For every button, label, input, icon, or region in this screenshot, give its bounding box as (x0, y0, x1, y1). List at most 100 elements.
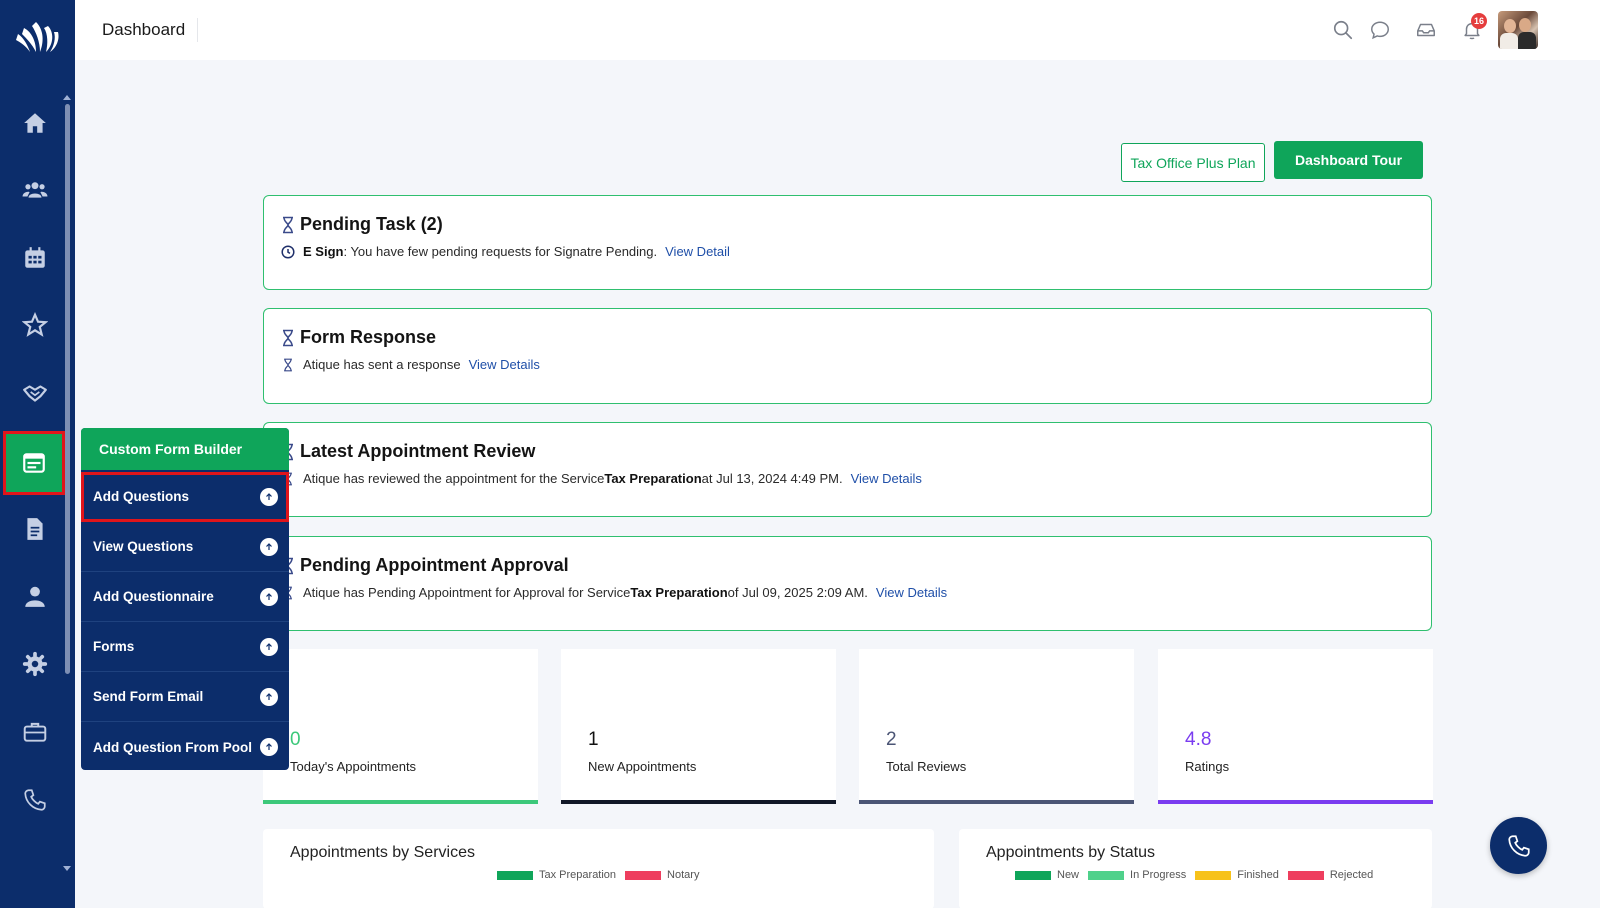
hourglass-icon (283, 216, 293, 234)
call-button[interactable] (1490, 817, 1547, 874)
brand-logo[interactable] (14, 16, 62, 56)
pending-approval-text-2: of Jul 09, 2025 2:09 AM. (727, 585, 868, 600)
menu-item-view-questions[interactable]: View Questions (81, 522, 289, 572)
phone-icon (24, 789, 46, 811)
stat-accent-bar (263, 800, 538, 804)
legend-swatch (1015, 870, 1051, 880)
view-detail-link[interactable]: View Detail (665, 244, 730, 259)
legend-item[interactable]: Notary (625, 869, 699, 881)
arrow-up-circle-icon (260, 688, 278, 706)
search-icon[interactable] (1331, 18, 1355, 42)
legend-label: Rejected (1329, 869, 1374, 881)
sidebar-item-home[interactable] (13, 101, 57, 145)
sidebar-item-reviews[interactable] (13, 303, 57, 347)
service-name: Tax Preparation (630, 585, 728, 600)
stat-label: New Appointments (588, 759, 697, 774)
sidebar-item-documents[interactable] (13, 507, 57, 551)
tax-office-plan-button[interactable]: Tax Office Plus Plan (1121, 143, 1265, 182)
panel-title: Appointments by Status (986, 844, 1155, 861)
menu-item-forms[interactable]: Forms (81, 622, 289, 672)
chat-icon[interactable] (1368, 18, 1392, 42)
latest-review-card: Latest Appointment Review Atique has rev… (263, 422, 1432, 517)
arrow-up-circle-icon (260, 538, 278, 556)
pending-task-card: Pending Task (2) E Sign : You have few p… (263, 195, 1432, 290)
latest-review-text-1: Atique has reviewed the appointment for … (303, 471, 605, 486)
stat-value: 2 (886, 729, 897, 750)
legend-item[interactable]: Finished (1195, 869, 1279, 881)
calendar-icon (25, 247, 45, 268)
service-name: Tax Preparation (604, 471, 702, 486)
flyout-header[interactable]: Custom Form Builder (81, 428, 289, 470)
sidebar-item-calls[interactable] (13, 778, 57, 822)
arrow-up-circle-icon (260, 738, 278, 756)
stat-accent-bar (859, 800, 1134, 804)
legend-swatch (1088, 870, 1125, 880)
pending-approval-title: Pending Appointment Approval (300, 555, 569, 575)
legend-swatch (625, 870, 662, 880)
legend-label: In Progress (1130, 869, 1187, 881)
sidebar-scrollbar[interactable] (64, 92, 72, 872)
stat-new-appointments: 1 New Appointments (561, 649, 836, 804)
menu-item-send-form-email[interactable]: Send Form Email (81, 672, 289, 722)
view-details-link[interactable]: View Details (851, 471, 922, 486)
sidebar-item-calendar[interactable] (13, 236, 57, 280)
sidebar-item-clients[interactable] (13, 168, 57, 212)
menu-item-label: Add Questions (93, 489, 190, 504)
dashboard-tour-button[interactable]: Dashboard Tour (1274, 141, 1423, 179)
star-icon (22, 312, 48, 337)
menu-item-label: View Questions (93, 539, 194, 554)
legend-label: New (1057, 869, 1080, 881)
sidebar-item-partners[interactable] (13, 371, 57, 415)
hourglass-icon (284, 358, 292, 371)
menu-item-label: Add Questionnaire (93, 589, 214, 604)
form-response-text: Atique has sent a response (303, 357, 461, 372)
pending-approval-card: Pending Appointment Approval Atique has … (263, 536, 1432, 631)
sidebar-scroll-down-arrow[interactable] (63, 866, 71, 871)
stat-accent-bar (561, 800, 836, 804)
stat-todays-appointments: 0 Today's Appointments (263, 649, 538, 804)
stat-label: Ratings (1185, 759, 1230, 774)
stat-label: Today's Appointments (290, 759, 417, 774)
sidebar-item-services[interactable] (13, 710, 57, 754)
legend-swatch (497, 870, 533, 880)
inbox-icon[interactable] (1414, 18, 1438, 42)
legend-item[interactable]: In Progress (1088, 869, 1186, 881)
stat-accent-bar (1158, 800, 1433, 804)
view-details-link[interactable]: View Details (469, 357, 540, 372)
person-icon (25, 586, 45, 607)
form-response-card: Form Response Atique has sent a response… (263, 308, 1432, 404)
latest-review-line: Atique has reviewed the appointment for … (281, 471, 922, 486)
arrow-up-circle-icon (260, 488, 278, 506)
pending-approval-line: Atique has Pending Appointment for Appro… (281, 585, 947, 600)
sidebar-item-profile[interactable] (13, 574, 57, 618)
latest-review-title: Latest Appointment Review (300, 441, 536, 461)
pending-task-text: : You have few pending requests for Sign… (343, 244, 658, 259)
legend-item[interactable]: Rejected (1287, 869, 1374, 881)
notification-badge: 16 (1471, 13, 1487, 29)
home-icon (24, 113, 46, 133)
stat-label: Total Reviews (886, 759, 967, 774)
menu-item-label: Forms (93, 639, 135, 654)
sidebar-item-form-builder[interactable] (3, 431, 65, 495)
gear-icon (22, 651, 48, 677)
form-response-line: Atique has sent a response View Details (281, 357, 540, 372)
sidebar-item-settings[interactable] (13, 642, 57, 686)
briefcase-icon (23, 722, 47, 742)
stat-total-reviews: 2 Total Reviews (859, 649, 1134, 804)
legend-item[interactable]: Tax Preparation (497, 869, 616, 881)
menu-item-add-question-from-pool[interactable]: Add Question From Pool (81, 722, 289, 772)
appointments-by-services-panel: Appointments by Services Tax Preparation… (263, 829, 934, 908)
view-details-link[interactable]: View Details (876, 585, 947, 600)
user-avatar[interactable] (1498, 11, 1538, 49)
page-title: Dashboard (102, 20, 186, 39)
menu-item-add-questionnaire[interactable]: Add Questionnaire (81, 572, 289, 622)
menu-item-add-questions[interactable]: Add Questions (81, 472, 289, 522)
legend-item[interactable]: New (1015, 869, 1079, 881)
title-divider (197, 18, 198, 42)
e-sign-label: E Sign (303, 244, 344, 259)
legend-label: Tax Preparation (539, 869, 617, 881)
appointments-by-status-panel: Appointments by Status New In Progress F… (959, 829, 1432, 908)
hourglass-icon (283, 329, 293, 347)
menu-item-label: Send Form Email (93, 689, 204, 704)
pending-approval-text-1: Atique has Pending Appointment for Appro… (303, 585, 631, 600)
